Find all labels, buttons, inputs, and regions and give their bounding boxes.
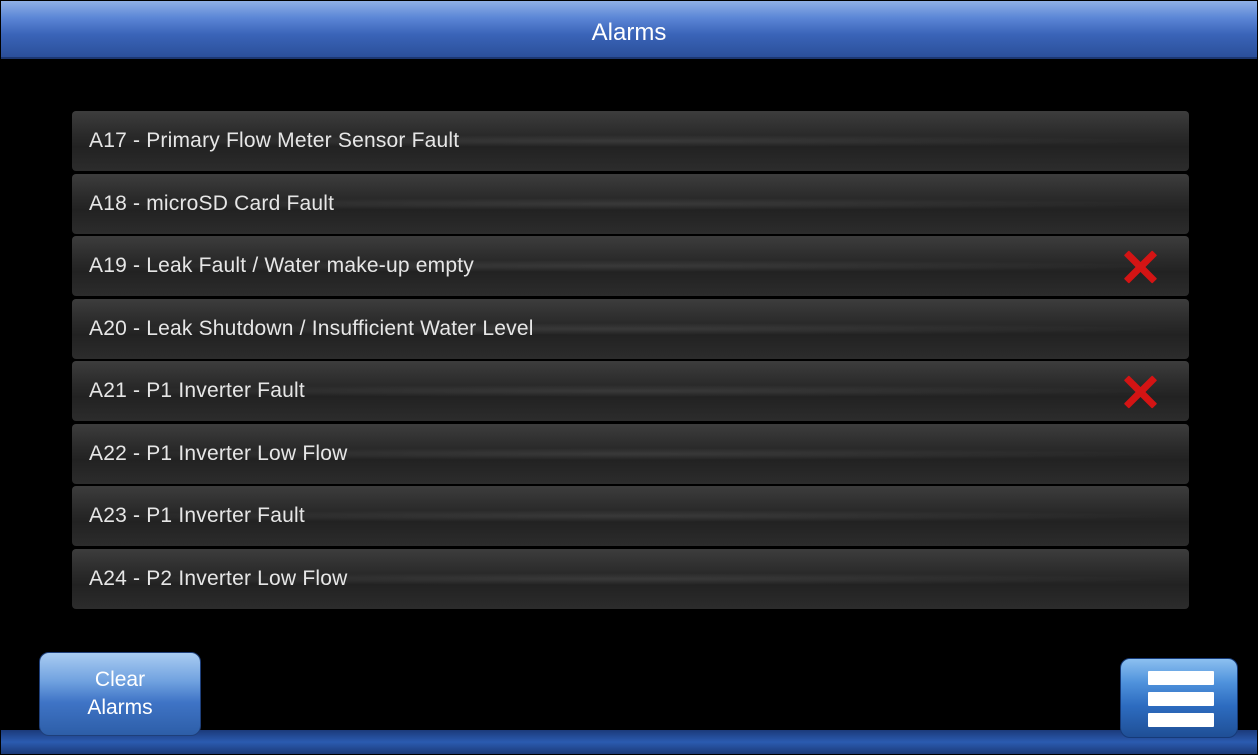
alarm-label: A18 - microSD Card Fault — [89, 191, 335, 215]
alarm-label: A23 - P1 Inverter Fault — [89, 504, 305, 527]
alarm-row-a18[interactable]: A18 - microSD Card Fault — [72, 173, 1189, 234]
alarm-row-a24[interactable]: A24 - P2 Inverter Low Flow — [72, 548, 1189, 609]
clear-button-label-line1: Clear — [94, 668, 146, 691]
alarm-row-a23[interactable]: A23 - P1 Inverter Fault — [72, 486, 1189, 546]
alarm-label: A17 - Primary Flow Meter Sensor Fault — [89, 129, 460, 152]
alarm-label: A24 - P2 Inverter Low Flow — [89, 566, 348, 590]
title-bar: Alarms — [1, 1, 1257, 59]
alarm-label: A19 - Leak Fault / Water make-up empty — [89, 254, 474, 277]
alarm-row-a22[interactable]: A22 - P1 Inverter Low Flow — [72, 423, 1189, 484]
alarm-row-a21[interactable]: A21 - P1 Inverter Fault — [72, 361, 1189, 421]
alarm-label: A22 - P1 Inverter Low Flow — [89, 441, 348, 465]
alarm-row-a20[interactable]: A20 - Leak Shutdown / Insufficient Water… — [72, 298, 1189, 359]
alarm-label: A21 - P1 Inverter Fault — [89, 379, 305, 402]
alarm-list: A17 - Primary Flow Meter Sensor Fault A1… — [72, 111, 1189, 611]
close-icon — [1122, 249, 1158, 285]
menu-button[interactable] — [1120, 658, 1238, 738]
alarm-row-a19[interactable]: A19 - Leak Fault / Water make-up empty — [72, 236, 1189, 296]
clear-button-label-line2: Alarms — [87, 696, 153, 719]
clear-alarms-button[interactable]: Clear Alarms — [39, 652, 201, 736]
alarm-row-a17[interactable]: A17 - Primary Flow Meter Sensor Fault — [72, 111, 1189, 171]
page-title: Alarms — [591, 19, 667, 46]
close-icon — [1122, 374, 1158, 410]
alarms-screen: Alarms A17 - Primary Flow Meter Sensor F… — [0, 0, 1258, 755]
alarm-label: A20 - Leak Shutdown / Insufficient Water… — [89, 316, 534, 340]
